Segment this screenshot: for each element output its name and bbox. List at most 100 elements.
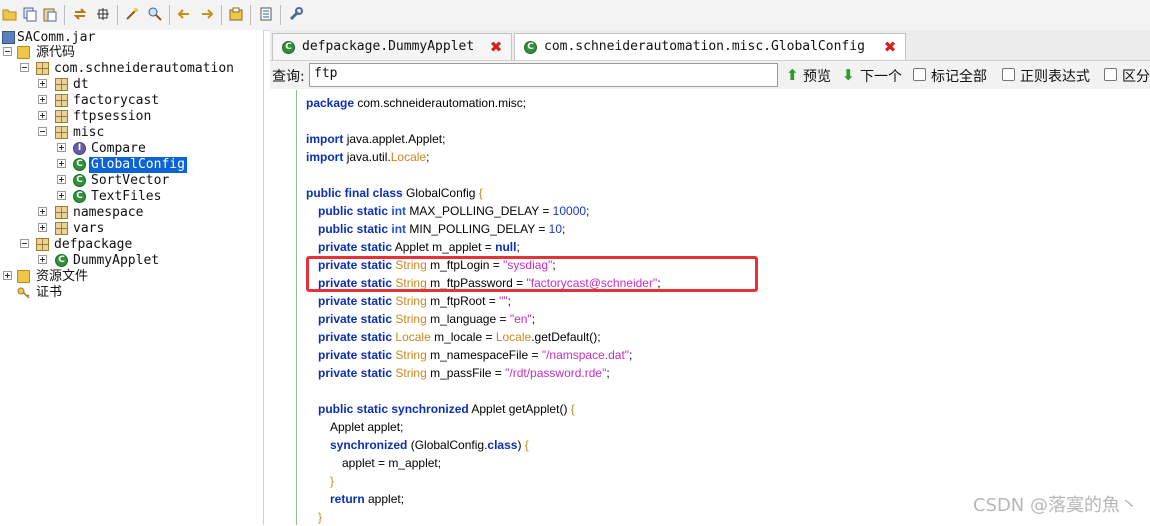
package-icon — [55, 206, 68, 219]
tree-node-resources[interactable]: 资源文件 — [0, 269, 260, 285]
tree-node-sortvector[interactable]: C SortVector — [0, 173, 260, 189]
collapse-toggle[interactable] — [20, 239, 29, 248]
tree-node-textfiles[interactable]: C TextFiles — [0, 189, 260, 205]
wand-icon[interactable] — [124, 6, 140, 22]
code-line: private static Applet m_applet = null; — [318, 240, 520, 254]
code-line: public final class GlobalConfig { — [306, 186, 483, 200]
folder-icon — [17, 46, 30, 59]
sync-icon[interactable] — [72, 6, 88, 22]
tree-node-label: SortVector — [91, 173, 170, 188]
search-input[interactable]: ftp — [309, 63, 778, 87]
search-label: 查询: — [272, 69, 305, 85]
code-line: public static synchronized Applet getApp… — [318, 402, 575, 416]
tree-node-label-selected: GlobalConfig — [89, 157, 187, 173]
mark-all-label: 标记全部 — [931, 69, 987, 85]
editor-tab-bar: C defpackage.DummyApplet ✖ C com.schneid… — [270, 30, 1150, 61]
tree-node-package-ftpsession[interactable]: ftpsession — [0, 109, 260, 125]
tree-node-package-factorycast[interactable]: factorycast — [0, 93, 260, 109]
expand-toggle[interactable] — [57, 143, 66, 152]
tree-node-package-namespace[interactable]: namespace — [0, 205, 260, 221]
tree-node-label: ftpsession — [73, 109, 152, 124]
close-icon[interactable]: ✖ — [883, 40, 897, 55]
code-editor[interactable]: package com.schneiderautomation.misc; im… — [270, 90, 1150, 525]
tree-node-compare[interactable]: I Compare — [0, 141, 260, 157]
arrow-up-icon[interactable]: ⬆ — [786, 66, 799, 84]
collapse-toggle[interactable] — [3, 47, 12, 56]
tree-node-label: DummyApplet — [73, 253, 160, 268]
tree-node-label: 源代码 — [36, 45, 76, 60]
class-icon: C — [73, 158, 86, 171]
collapse-toggle[interactable] — [20, 63, 29, 72]
toolbar-separator — [250, 5, 251, 25]
expand-toggle[interactable] — [38, 223, 47, 232]
find-next-button[interactable]: 下一个 — [860, 66, 902, 86]
code-line: return applet; — [330, 492, 405, 506]
tree-node-package-com[interactable]: com.schneiderautomation — [0, 61, 260, 77]
zoom-icon[interactable] — [147, 6, 163, 22]
expand-toggle[interactable] — [38, 111, 47, 120]
find-prev-button[interactable]: 预览 — [803, 66, 831, 86]
expand-toggle[interactable] — [57, 159, 66, 168]
tree-node-defpackage[interactable]: defpackage — [0, 237, 260, 253]
expand-toggle[interactable] — [57, 191, 66, 200]
tree-node-package-vars[interactable]: vars — [0, 221, 260, 237]
mark-all-checkbox[interactable] — [913, 68, 926, 81]
tab-globalconfig[interactable]: C com.schneiderautomation.misc.GlobalCon… — [514, 33, 906, 60]
regex-checkbox[interactable] — [1002, 68, 1015, 81]
save-icon[interactable] — [228, 6, 244, 22]
code-line: import java.applet.Applet; — [306, 132, 446, 146]
class-icon: C — [524, 41, 537, 54]
code-line: private static String m_language = "en"; — [318, 312, 536, 326]
tree-node-label: SAComm.jar — [17, 30, 96, 45]
jar-icon — [2, 31, 15, 44]
code-line: synchronized (GlobalConfig.class) { — [330, 438, 529, 452]
close-icon[interactable]: ✖ — [489, 40, 503, 55]
open-folder-icon[interactable] — [2, 6, 18, 22]
watermark: CSDN @落寞的魚丶 — [972, 495, 1138, 516]
tab-label: defpackage.DummyApplet — [302, 39, 475, 54]
code-line: private static String m_namespaceFile = … — [318, 348, 633, 362]
code-line: } — [318, 510, 323, 524]
package-icon — [36, 62, 49, 75]
package-icon — [55, 94, 68, 107]
wrench-icon[interactable] — [288, 6, 304, 22]
case-label: 区分 — [1122, 69, 1150, 85]
tab-dummyapplet[interactable]: C defpackage.DummyApplet ✖ — [272, 33, 512, 60]
package-tree: SAComm.jar 源代码 com.schneiderautomation d… — [0, 30, 264, 525]
code-line: public static int MAX_POLLING_DELAY = 10… — [318, 204, 590, 218]
package-icon — [55, 110, 68, 123]
list-icon[interactable] — [258, 6, 274, 22]
expand-toggle[interactable] — [38, 207, 47, 216]
code-line: Applet applet; — [330, 420, 404, 434]
class-icon: C — [55, 254, 68, 267]
tree-node-label: Compare — [91, 141, 146, 156]
grid-icon[interactable] — [95, 6, 111, 22]
tree-node-label: TextFiles — [91, 189, 162, 204]
forward-icon[interactable] — [199, 6, 215, 22]
copy-icon[interactable] — [22, 6, 38, 22]
collapse-toggle[interactable] — [38, 127, 47, 136]
tree-node-source[interactable]: 源代码 — [0, 45, 260, 61]
toolbar-separator — [280, 5, 281, 25]
expand-toggle[interactable] — [38, 95, 47, 104]
tree-node-package-misc[interactable]: misc — [0, 125, 260, 141]
expand-toggle[interactable] — [38, 79, 47, 88]
code-line: } — [330, 474, 335, 488]
class-icon: C — [282, 41, 295, 54]
package-icon — [55, 126, 68, 139]
tree-node-package-dt[interactable]: dt — [0, 77, 260, 93]
tree-node-label: 资源文件 — [36, 269, 89, 284]
back-icon[interactable] — [176, 6, 192, 22]
package-icon — [55, 222, 68, 235]
paste-icon[interactable] — [42, 6, 58, 22]
expand-toggle[interactable] — [38, 255, 47, 264]
tree-node-dummyapplet[interactable]: C DummyApplet — [0, 253, 260, 269]
expand-toggle[interactable] — [3, 271, 12, 280]
case-checkbox[interactable] — [1104, 68, 1117, 81]
expand-toggle[interactable] — [57, 175, 66, 184]
tree-node-label: com.schneiderautomation — [54, 61, 235, 76]
tree-node-label: factorycast — [73, 93, 160, 108]
tree-node-globalconfig[interactable]: C GlobalConfig — [0, 157, 260, 173]
arrow-down-icon[interactable]: ⬇ — [842, 66, 855, 84]
tree-node-certificates[interactable]: 证书 — [0, 285, 260, 301]
